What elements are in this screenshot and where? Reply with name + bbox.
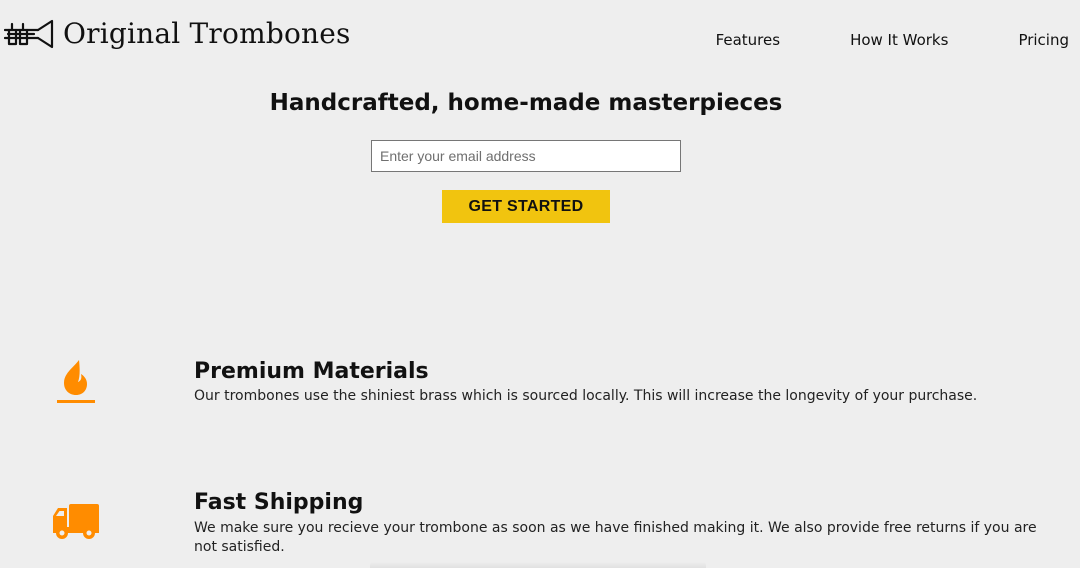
feature-title: Premium Materials — [194, 359, 429, 384]
feature-fast-shipping: Fast Shipping We make sure you recieve y… — [0, 470, 1080, 568]
feature-description: Our trombones use the shiniest brass whi… — [194, 388, 978, 404]
site-header: Original Trombones Features How It Works… — [0, 0, 1080, 78]
email-input[interactable] — [371, 140, 681, 172]
brand-logo[interactable]: Original Trombones — [4, 18, 351, 50]
feature-title: Fast Shipping — [194, 490, 364, 515]
main-nav: Features How It Works Pricing — [716, 30, 1069, 50]
brand-name: Original Trombones — [63, 17, 351, 50]
truck-icon — [53, 504, 99, 539]
feature-description: We make sure you recieve your trombone a… — [194, 520, 1037, 555]
nav-link-how-it-works[interactable]: How It Works — [850, 30, 948, 50]
hero-title: Handcrafted, home-made masterpieces — [269, 90, 783, 116]
feature-premium-materials: Premium Materials Our trombones use the … — [0, 340, 1080, 430]
nav-link-features[interactable]: Features — [716, 30, 781, 50]
next-section-edge — [370, 562, 706, 568]
get-started-button[interactable]: GET STARTED — [442, 190, 610, 223]
nav-link-pricing[interactable]: Pricing — [1018, 30, 1069, 50]
fire-icon — [57, 360, 95, 403]
trombone-icon — [4, 19, 54, 49]
